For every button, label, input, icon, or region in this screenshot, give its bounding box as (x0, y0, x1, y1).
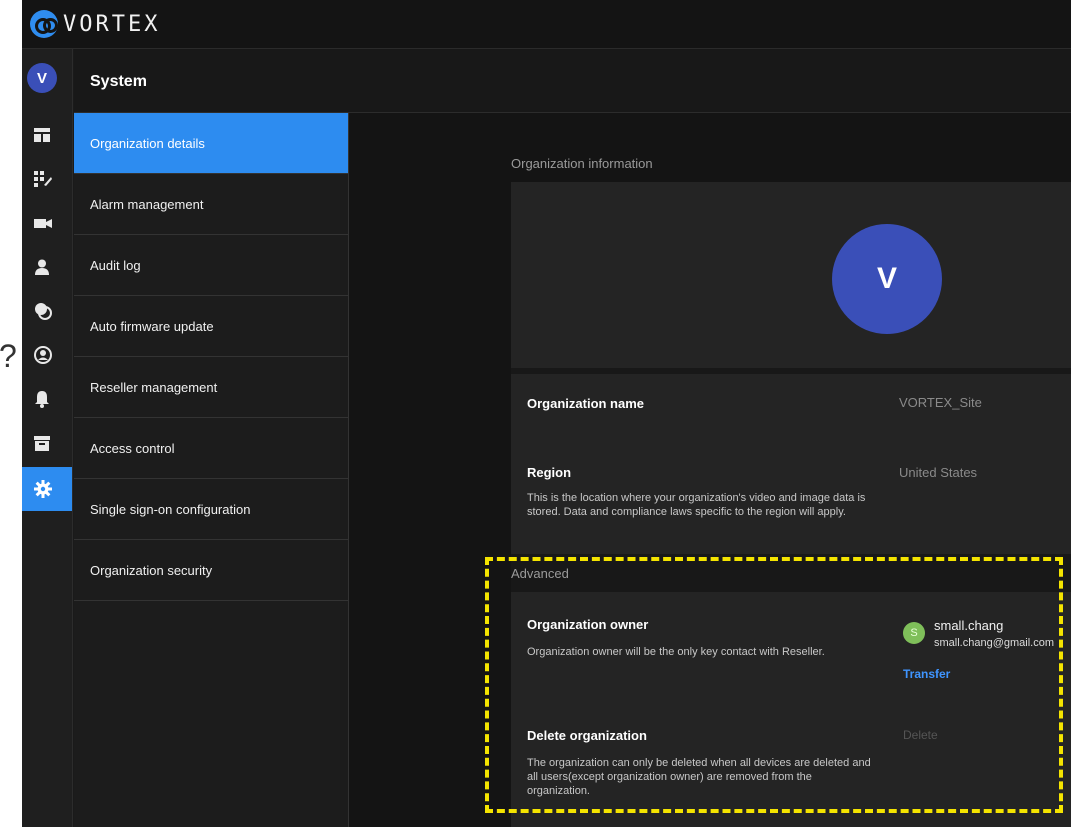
delete-org-description-line1: The organization can only be deleted whe… (527, 757, 871, 769)
brand-name: VORTEX (63, 11, 161, 37)
owner-label: Organization owner (527, 617, 649, 632)
bell-icon (35, 391, 49, 408)
org-name-value: VORTEX_Site (899, 395, 982, 410)
apps-icon (34, 171, 52, 187)
rail-item-account[interactable] (22, 333, 72, 377)
menu-item-single-sign-on[interactable]: Single sign-on configuration (74, 479, 348, 540)
user-icon (35, 259, 49, 275)
menu-item-reseller-management[interactable]: Reseller management (74, 357, 348, 418)
region-description-line2: stored. Data and compliance laws specifi… (527, 506, 846, 518)
archive-icon (34, 435, 50, 451)
delete-button[interactable]: Delete (903, 728, 938, 742)
camera-icon (34, 219, 52, 228)
menu-item-organization-details[interactable]: Organization details (74, 113, 348, 174)
menu-item-auto-firmware-update[interactable]: Auto firmware update (74, 296, 348, 357)
advanced-header: Advanced (511, 554, 1071, 592)
advanced-panel: Organization owner Organization owner wi… (511, 592, 1071, 827)
delete-org-description-line2: all users(except organization owner) are… (527, 771, 812, 783)
menu-item-audit-log[interactable]: Audit log (74, 235, 348, 296)
delete-org-description-line3: organization. (527, 785, 590, 797)
icon-rail: V (22, 49, 73, 827)
region-label: Region (527, 465, 572, 480)
delete-org-label: Delete organization (527, 728, 647, 743)
rail-item-archive[interactable] (22, 421, 72, 465)
menu-item-organization-security[interactable]: Organization security (74, 540, 348, 601)
gear-icon (34, 480, 52, 498)
region-value: United States (899, 465, 978, 480)
menu-item-alarm-management[interactable]: Alarm management (74, 174, 348, 235)
rail-item-cameras[interactable] (22, 201, 72, 245)
org-avatar-panel: V (511, 182, 1071, 368)
org-name-label: Organization name (527, 396, 645, 411)
owner-name: small.chang (934, 618, 1004, 633)
org-details-panel: Organization name VORTEX_Site Region Thi… (511, 374, 1071, 554)
question-mark-annotation: ? (0, 338, 17, 374)
menu-item-access-control[interactable]: Access control (74, 418, 348, 479)
vortex-logo-icon (30, 10, 58, 38)
transfer-button[interactable]: Transfer (903, 667, 950, 681)
owner-description: Organization owner will be the only key … (527, 646, 825, 658)
brand-logo[interactable]: VORTEX (30, 10, 160, 38)
rail-item-apps[interactable] (22, 157, 72, 201)
organization-avatar[interactable]: V (832, 224, 942, 334)
rail-item-settings[interactable] (22, 467, 72, 511)
rail-item-dashboard[interactable] (22, 113, 72, 157)
owner-email: small.chang@gmail.com (934, 637, 1054, 649)
main-content: Organization information V Organization … (349, 113, 1071, 827)
owner-avatar: S (903, 622, 925, 644)
account-circle-icon (34, 346, 52, 364)
rail-item-users[interactable] (22, 245, 72, 289)
dashboard-icon (34, 128, 50, 142)
region-description-line1: This is the location where your organiza… (527, 492, 866, 504)
app-window: VORTEX V System Organization details Ala… (22, 0, 1071, 827)
section-label-advanced: Advanced (511, 566, 569, 581)
user-avatar[interactable]: V (27, 63, 57, 93)
page-title: System (90, 73, 147, 90)
integration-icon (35, 303, 52, 320)
settings-menu: Organization details Alarm management Au… (74, 113, 349, 827)
page-header: System (74, 49, 1071, 113)
top-bar: VORTEX (22, 0, 1071, 49)
rail-item-integrations[interactable] (22, 289, 72, 333)
rail-item-alerts[interactable] (22, 377, 72, 421)
section-label-org-info: Organization information (511, 156, 653, 171)
